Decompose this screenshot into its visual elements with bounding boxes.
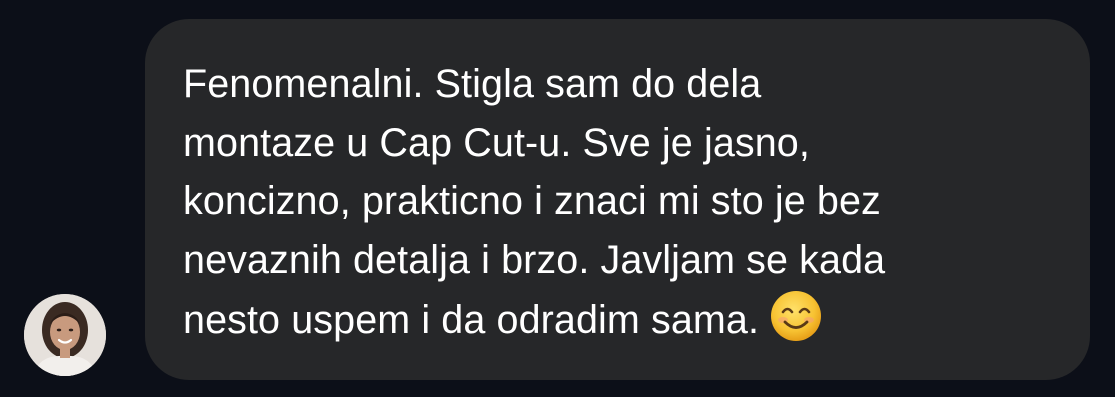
smiling-face-with-smiling-eyes-icon (769, 289, 823, 343)
message-bubble[interactable]: Fenomenalni. Stigla sam do dela montaze … (145, 19, 1090, 380)
sender-avatar[interactable] (24, 294, 106, 376)
chat-thread: Fenomenalni. Stigla sam do dela montaze … (0, 0, 1115, 397)
avatar-photo-icon (24, 294, 106, 376)
message-text: Fenomenalni. Stigla sam do dela montaze … (183, 55, 1060, 350)
